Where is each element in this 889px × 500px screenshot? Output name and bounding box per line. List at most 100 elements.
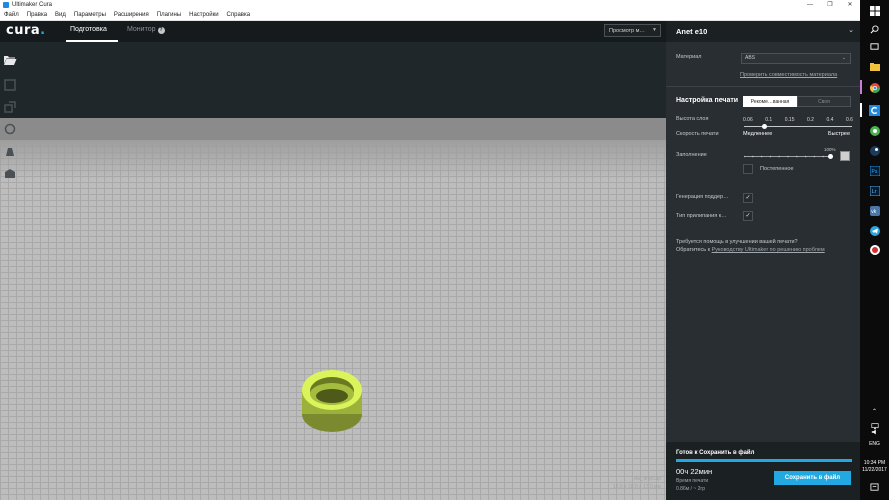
material-label: Материал: [676, 54, 702, 60]
layer-height-tick: 0.4: [826, 117, 834, 123]
mirror-tool-icon[interactable]: [3, 144, 17, 158]
menu-extensions[interactable]: Расширения: [110, 12, 153, 18]
telegram-icon[interactable]: [867, 223, 882, 238]
layer-height-tick: 0.15: [784, 117, 795, 123]
settings-panel: Anet e10 ⌄ Материал ABS ⌄ Проверить совм…: [666, 21, 860, 500]
minimize-icon[interactable]: —: [800, 0, 820, 10]
progress-fill: [676, 459, 852, 462]
save-status-title: Готов к Сохранить в файл: [676, 450, 755, 456]
photoshop-icon[interactable]: Ps: [867, 163, 882, 178]
windows-start-icon[interactable]: [867, 3, 882, 18]
menu-bar: Файл Правка Вид Параметры Расширения Пла…: [0, 10, 860, 21]
menu-view[interactable]: Вид: [51, 12, 70, 18]
layer-height-slider[interactable]: [744, 126, 852, 127]
support-checkbox[interactable]: ✓: [743, 193, 753, 203]
move-tool-icon[interactable]: [3, 78, 17, 92]
rotate-tool-icon[interactable]: [3, 122, 17, 136]
chrome-icon[interactable]: [867, 80, 882, 95]
print-speed-label: Скорость печати: [676, 131, 719, 137]
steam-icon[interactable]: [867, 143, 882, 158]
material-compat-link[interactable]: Проверить совместимость материала: [740, 72, 837, 78]
material-value: ABS: [745, 55, 756, 61]
layer-height-tick: 0.2: [807, 117, 814, 123]
layer-height-tick: 0.6: [845, 117, 853, 123]
help-text: Требуется помощь в улучшении вашей печат…: [676, 238, 856, 254]
infill-percent: 100%: [824, 147, 836, 152]
search-icon[interactable]: [867, 22, 882, 37]
file-explorer-icon[interactable]: [867, 59, 882, 74]
view-mode-select[interactable]: Просмотр м… ▼: [604, 24, 661, 37]
save-to-file-button[interactable]: Сохранить в файл: [774, 471, 851, 485]
view-mode-value: Просмотр м…: [609, 27, 645, 34]
menu-edit[interactable]: Правка: [23, 12, 51, 18]
logo-text: cura: [6, 23, 41, 38]
infill-handle[interactable]: [828, 154, 833, 159]
model-drip-cap[interactable]: [298, 364, 366, 436]
record-icon[interactable]: [867, 242, 882, 257]
vk-icon[interactable]: vk: [867, 203, 882, 218]
input-language[interactable]: ENG: [860, 441, 889, 447]
layer-height-handle[interactable]: [762, 124, 767, 129]
task-view-icon[interactable]: [867, 39, 882, 54]
lightroom-icon[interactable]: Lr: [867, 183, 882, 198]
divider: [666, 86, 860, 87]
infill-slider[interactable]: [744, 155, 832, 158]
scale-tool-icon[interactable]: [3, 100, 17, 114]
chevron-down-icon: ⌄: [841, 55, 846, 61]
menu-file[interactable]: Файл: [0, 12, 23, 18]
chevron-down-icon: ▼: [652, 27, 657, 33]
gradual-infill-label: Постепенное: [760, 166, 794, 172]
gradual-infill-checkbox[interactable]: [743, 164, 753, 174]
adhesion-checkbox[interactable]: ✓: [743, 211, 753, 221]
chevron-down-icon: ⌄: [848, 27, 854, 34]
mode-recommended-button[interactable]: Рекоме…ванная: [743, 96, 797, 107]
tab-prepare[interactable]: Подготовка: [70, 26, 107, 33]
model-dimensions: 18.0 x 18.0 x 17.0 мм: [612, 484, 661, 490]
slicing-progress-bar: [676, 459, 852, 462]
help-icon: ?: [157, 27, 165, 34]
logo-dot: .: [40, 23, 46, 38]
slower-label: Медленнее: [743, 131, 773, 137]
cura-window: Ultimaker Cura — ❐ ✕ Файл Правка Вид Пар…: [0, 0, 889, 500]
menu-plugins[interactable]: Плагины: [153, 12, 185, 18]
volume-icon[interactable]: [867, 424, 882, 439]
menu-settings[interactable]: Параметры: [70, 12, 110, 18]
green-app-icon[interactable]: [867, 123, 882, 138]
printer-name: Anet e10: [676, 27, 708, 36]
print-time-label: Время печати: [676, 478, 709, 484]
cura-logo: cura.: [6, 23, 46, 38]
windows-taskbar: Ps Lr vk ⌃ ENG 10:34 PM 11/22/2017: [860, 0, 889, 500]
cura-taskbar-icon[interactable]: [867, 103, 882, 118]
material-select[interactable]: ABS ⌄: [741, 53, 851, 64]
menu-preferences[interactable]: Настройки: [185, 12, 222, 18]
layer-height-label: Высота слоя: [676, 116, 709, 122]
open-file-icon[interactable]: [3, 53, 17, 67]
app-header: cura. Подготовка Монитор? Просмотр м… ▼: [0, 21, 666, 42]
tray-expand-icon[interactable]: ⌃: [867, 404, 882, 419]
model-info: AE_dripCap 18.0 x 18.0 x 17.0 мм: [586, 475, 661, 491]
svg-text:Ps: Ps: [871, 169, 877, 175]
window-controls: — ❐ ✕: [800, 0, 860, 10]
clock-time[interactable]: 10:34 PM: [860, 460, 889, 466]
clock-date[interactable]: 11/22/2017: [860, 467, 889, 473]
tab-monitor[interactable]: Монитор?: [127, 26, 165, 34]
layer-height-tick: 0.1: [765, 117, 773, 123]
infill-preview-icon: [840, 151, 850, 161]
mode-custom-button[interactable]: Своя: [797, 96, 851, 107]
notifications-icon[interactable]: [867, 480, 882, 495]
svg-text:Lr: Lr: [871, 189, 876, 195]
build-plate-back-wall: [0, 118, 666, 140]
taskbar-active-indicator: [860, 80, 862, 94]
troubleshooting-link[interactable]: Руководству Ultimaker по решению проблем: [712, 247, 825, 253]
window-title: Ultimaker Cura: [12, 2, 53, 8]
close-icon[interactable]: ✕: [840, 0, 860, 10]
printer-selector[interactable]: Anet e10 ⌄: [666, 21, 860, 42]
faster-label: Быстрее: [828, 131, 851, 137]
build-plate: [0, 140, 666, 500]
taskbar-active-indicator: [860, 103, 862, 117]
print-setup-title: Настройка печати: [676, 97, 739, 104]
maximize-icon[interactable]: ❐: [820, 0, 840, 10]
per-model-settings-icon[interactable]: [3, 166, 17, 180]
menu-help[interactable]: Справка: [223, 12, 255, 18]
help-text-line2: Обратитесь к: [676, 247, 712, 253]
